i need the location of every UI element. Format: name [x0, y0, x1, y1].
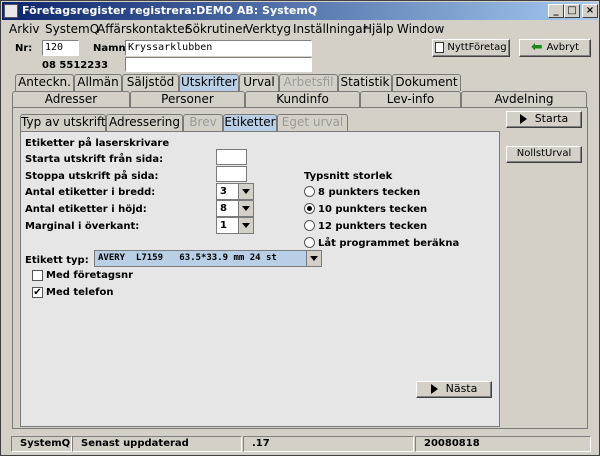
app-icon: [4, 4, 18, 18]
tab-lev-info[interactable]: Lev-info: [360, 91, 461, 108]
font-10pt-radio[interactable]: [304, 203, 315, 214]
menu-arkiv[interactable]: Arkiv: [9, 22, 40, 36]
menu-window[interactable]: Window: [397, 22, 444, 36]
subtab-adressering[interactable]: Adressering: [106, 114, 183, 131]
tab-dokument[interactable]: Dokument: [392, 74, 461, 91]
play-icon: [430, 384, 438, 394]
tab-personer[interactable]: Personer: [130, 91, 245, 108]
across-select[interactable]: 3: [216, 183, 254, 200]
play-icon: [519, 114, 527, 124]
tab-statistik[interactable]: Statistik: [338, 74, 392, 91]
nr-label: Nr:: [15, 43, 33, 54]
nr-field[interactable]: 120: [42, 40, 79, 56]
tab-anteckn[interactable]: Anteckn.: [15, 74, 74, 91]
tab-adresser[interactable]: Adresser: [12, 91, 130, 108]
title-bar: Företagsregister registrera:DEMO AB: Sys…: [2, 2, 598, 20]
stop-page-input[interactable]: [216, 166, 247, 182]
cancel-label: Avbryt: [546, 42, 580, 53]
across-value: 3: [220, 186, 227, 197]
status-app: SystemQ: [11, 436, 72, 452]
maximize-button[interactable]: □: [564, 4, 580, 18]
menu-bar: Arkiv SystemQ Affärskontakter Sökrutiner…: [2, 20, 598, 38]
status-last-updated: Senast uppdaterad: [72, 436, 242, 452]
subtab-typ-av-utskrift[interactable]: Typ av utskrift: [20, 114, 106, 131]
new-company-button[interactable]: NyttFöretag: [432, 39, 510, 57]
across-label: Antal etiketter i bredd:: [25, 187, 156, 198]
tab-allman[interactable]: Allmän: [74, 74, 122, 91]
app-window: Företagsregister registrera:DEMO AB: Sys…: [0, 0, 600, 456]
with-org-no-checkbox[interactable]: [32, 270, 43, 281]
font-size-title: Typsnitt storlek: [304, 171, 393, 182]
font-8pt-label: 8 punkters tecken: [318, 187, 421, 198]
start-label: Starta: [534, 112, 569, 125]
margin-select[interactable]: 1: [216, 217, 254, 234]
new-company-label: NyttFöretag: [447, 42, 507, 53]
minimize-button[interactable]: _: [548, 4, 564, 18]
margin-value: 1: [220, 220, 227, 231]
label-type-value: AVERY L7159 63.5*33.9 mm 24 st: [98, 253, 277, 263]
with-org-no-label: Med företagsnr: [46, 270, 133, 281]
menu-systemq[interactable]: SystemQ: [45, 22, 99, 36]
font-auto-label: Låt programmet beräkna: [318, 238, 460, 249]
menu-hjalp[interactable]: Hjälp: [363, 22, 394, 36]
menu-installningar[interactable]: Inställningar: [293, 22, 368, 36]
stop-page-label: Stoppa utskrift på sida:: [25, 171, 159, 182]
window-title: Företagsregister registrera:DEMO AB: Sys…: [22, 4, 318, 17]
chevron-down-icon: [238, 184, 253, 199]
document-icon: [435, 41, 445, 53]
label-type-select[interactable]: AVERY L7159 63.5*33.9 mm 24 st: [94, 250, 322, 267]
chevron-down-icon: [306, 251, 321, 266]
with-phone-label: Med telefon: [46, 287, 114, 298]
subtab-brev[interactable]: Brev: [183, 114, 223, 131]
chevron-down-icon: [238, 201, 253, 216]
cancel-button[interactable]: ⬅ Avbryt: [519, 39, 591, 57]
font-12pt-radio[interactable]: [304, 220, 315, 231]
tab-urval[interactable]: Urval: [239, 74, 279, 91]
tab-utskrifter[interactable]: Utskrifter: [179, 74, 239, 91]
with-phone-checkbox[interactable]: ✔: [32, 287, 43, 298]
chevron-down-icon: [238, 218, 253, 233]
font-12pt-label: 12 punkters tecken: [318, 221, 428, 232]
start-page-input[interactable]: [216, 149, 247, 165]
next-label: Nästa: [445, 382, 478, 395]
status-date: 20080818: [415, 436, 591, 452]
phone-text: 08 5512233: [42, 60, 109, 71]
start-button[interactable]: Starta: [506, 111, 582, 128]
tab-kundinfo[interactable]: Kundinfo: [245, 91, 360, 108]
menu-sokrutiner[interactable]: Sökrutiner: [185, 22, 247, 36]
tab-avdelning[interactable]: Avdelning: [461, 91, 587, 108]
font-8pt-radio[interactable]: [304, 186, 315, 197]
reset-selection-button[interactable]: NollstUrval: [506, 146, 582, 163]
close-button[interactable]: ×: [582, 4, 598, 18]
section-title: Etiketter på laserskrivare: [25, 138, 170, 149]
back-arrow-icon: ⬅: [530, 39, 543, 55]
menu-affarskontakter[interactable]: Affärskontakter: [97, 22, 190, 36]
subtab-eget-urval[interactable]: Eget urval: [277, 114, 348, 131]
down-select[interactable]: 8: [216, 200, 254, 217]
next-button[interactable]: Nästa: [416, 381, 492, 398]
start-page-label: Starta utskrift från sida:: [25, 154, 164, 165]
name-field[interactable]: Kryssarklubben: [125, 40, 312, 56]
margin-label: Marginal i överkant:: [25, 221, 140, 232]
status-version: .17: [243, 436, 414, 452]
menu-verktyg[interactable]: Verktyg: [245, 22, 291, 36]
tab-arbetsfil[interactable]: Arbetsfil: [279, 74, 338, 91]
down-value: 8: [220, 203, 227, 214]
font-10pt-label: 10 punkters tecken: [318, 204, 428, 215]
down-label: Antal etiketter i höjd:: [25, 204, 147, 215]
subtab-etiketter[interactable]: Etiketter: [223, 114, 277, 131]
tab-saljstod[interactable]: Säljstöd: [122, 74, 179, 91]
name-field-2[interactable]: [125, 57, 312, 72]
label-type-label: Etikett typ:: [25, 255, 89, 266]
font-auto-radio[interactable]: [304, 237, 315, 248]
